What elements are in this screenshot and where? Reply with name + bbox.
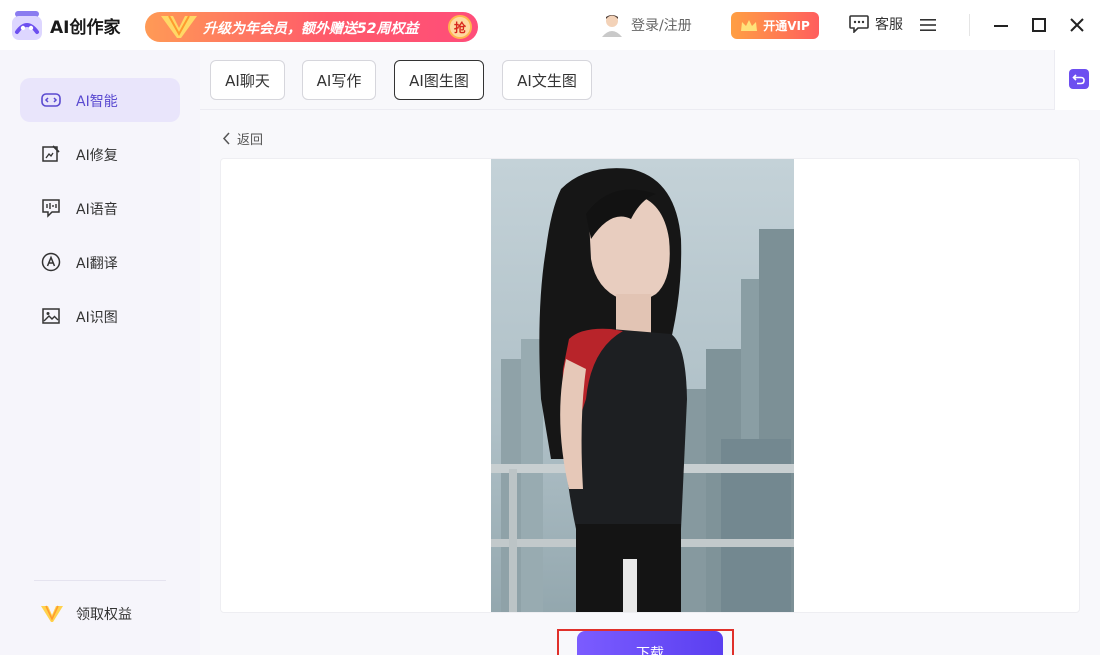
chevron-left-icon xyxy=(222,132,230,145)
main-content: AI聊天 AI写作 AI图生图 AI文生图 返回 下载 xyxy=(200,50,1100,655)
service-label: 客服 xyxy=(875,17,903,33)
close-button[interactable] xyxy=(1067,15,1087,35)
benefit-label: 领取权益 xyxy=(76,607,132,623)
sidebar-item-ai-voice[interactable]: AI语音 xyxy=(20,186,180,230)
sidebar-item-label: AI翻译 xyxy=(76,256,118,272)
translate-icon xyxy=(41,252,61,272)
login-text: 登录/注册 xyxy=(631,18,692,34)
tab-ai-writing[interactable]: AI写作 xyxy=(302,60,376,100)
divider xyxy=(34,580,166,581)
customer-service-button[interactable]: 客服 xyxy=(849,14,903,34)
undo-icon xyxy=(1072,74,1085,85)
v-wings-icon xyxy=(41,605,63,622)
avatar-icon xyxy=(602,15,622,37)
image-preview-canvas xyxy=(220,158,1080,613)
minimize-icon xyxy=(994,25,1008,27)
maximize-button[interactable] xyxy=(1029,15,1049,35)
vip-label: 开通VIP xyxy=(763,19,810,33)
minimize-button[interactable] xyxy=(991,15,1011,35)
back-label: 返回 xyxy=(237,133,264,148)
v-wings-icon xyxy=(161,15,197,38)
sidebar-item-ai-translate[interactable]: AI翻译 xyxy=(20,240,180,284)
sidebar-item-label: AI修复 xyxy=(76,148,118,164)
download-button[interactable]: 下载 xyxy=(577,631,723,655)
image-recognize-icon xyxy=(42,308,60,324)
generated-image[interactable] xyxy=(491,159,794,613)
maximize-icon xyxy=(1032,18,1046,32)
back-link[interactable]: 返回 xyxy=(222,129,263,148)
close-icon xyxy=(1070,18,1084,32)
crown-icon xyxy=(741,19,758,31)
login-link[interactable]: 登录/注册 xyxy=(601,13,692,37)
divider xyxy=(969,14,970,36)
sidebar-item-ai-smart[interactable]: AI智能 xyxy=(20,78,180,122)
sidebar-item-label: AI语音 xyxy=(76,202,118,218)
image-edit-icon xyxy=(42,145,60,162)
tab-bar: AI聊天 AI写作 AI图生图 AI文生图 xyxy=(200,50,1100,110)
side-toolbar xyxy=(1054,50,1100,110)
sidebar-item-label: AI智能 xyxy=(76,94,118,110)
undo-button[interactable] xyxy=(1069,69,1089,89)
claim-benefits-button[interactable]: 领取权益 xyxy=(40,604,132,624)
sidebar-item-label: AI识图 xyxy=(76,310,118,326)
hamburger-menu-icon[interactable] xyxy=(919,17,937,33)
tab-ai-text-to-image[interactable]: AI文生图 xyxy=(502,60,592,100)
tab-ai-chat[interactable]: AI聊天 xyxy=(210,60,285,100)
sidebar-item-ai-repair[interactable]: AI修复 xyxy=(20,132,180,176)
promo-banner[interactable]: 升级为年会员，额外赠送52周权益 抢 xyxy=(145,12,478,42)
app-title: AI创作家 xyxy=(50,18,121,38)
chat-bubble-icon xyxy=(849,15,869,33)
app-logo-icon xyxy=(12,11,42,40)
promo-grab-badge[interactable]: 抢 xyxy=(448,15,472,39)
gamepad-icon xyxy=(41,93,61,107)
sidebar-item-ai-recognize[interactable]: AI识图 xyxy=(20,294,180,338)
open-vip-button[interactable]: 开通VIP xyxy=(731,12,819,39)
title-bar: AI创作家 升级为年会员，额外赠送52周权益 抢 登录/注册 开通VIP 客服 xyxy=(0,0,1100,50)
voice-message-icon xyxy=(42,199,60,218)
sidebar: AI智能 AI修复 AI语音 AI翻译 AI识图 领取权益 xyxy=(0,50,200,655)
promo-text: 升级为年会员，额外赠送52周权益 xyxy=(203,21,419,37)
tab-ai-image-to-image[interactable]: AI图生图 xyxy=(394,60,484,100)
